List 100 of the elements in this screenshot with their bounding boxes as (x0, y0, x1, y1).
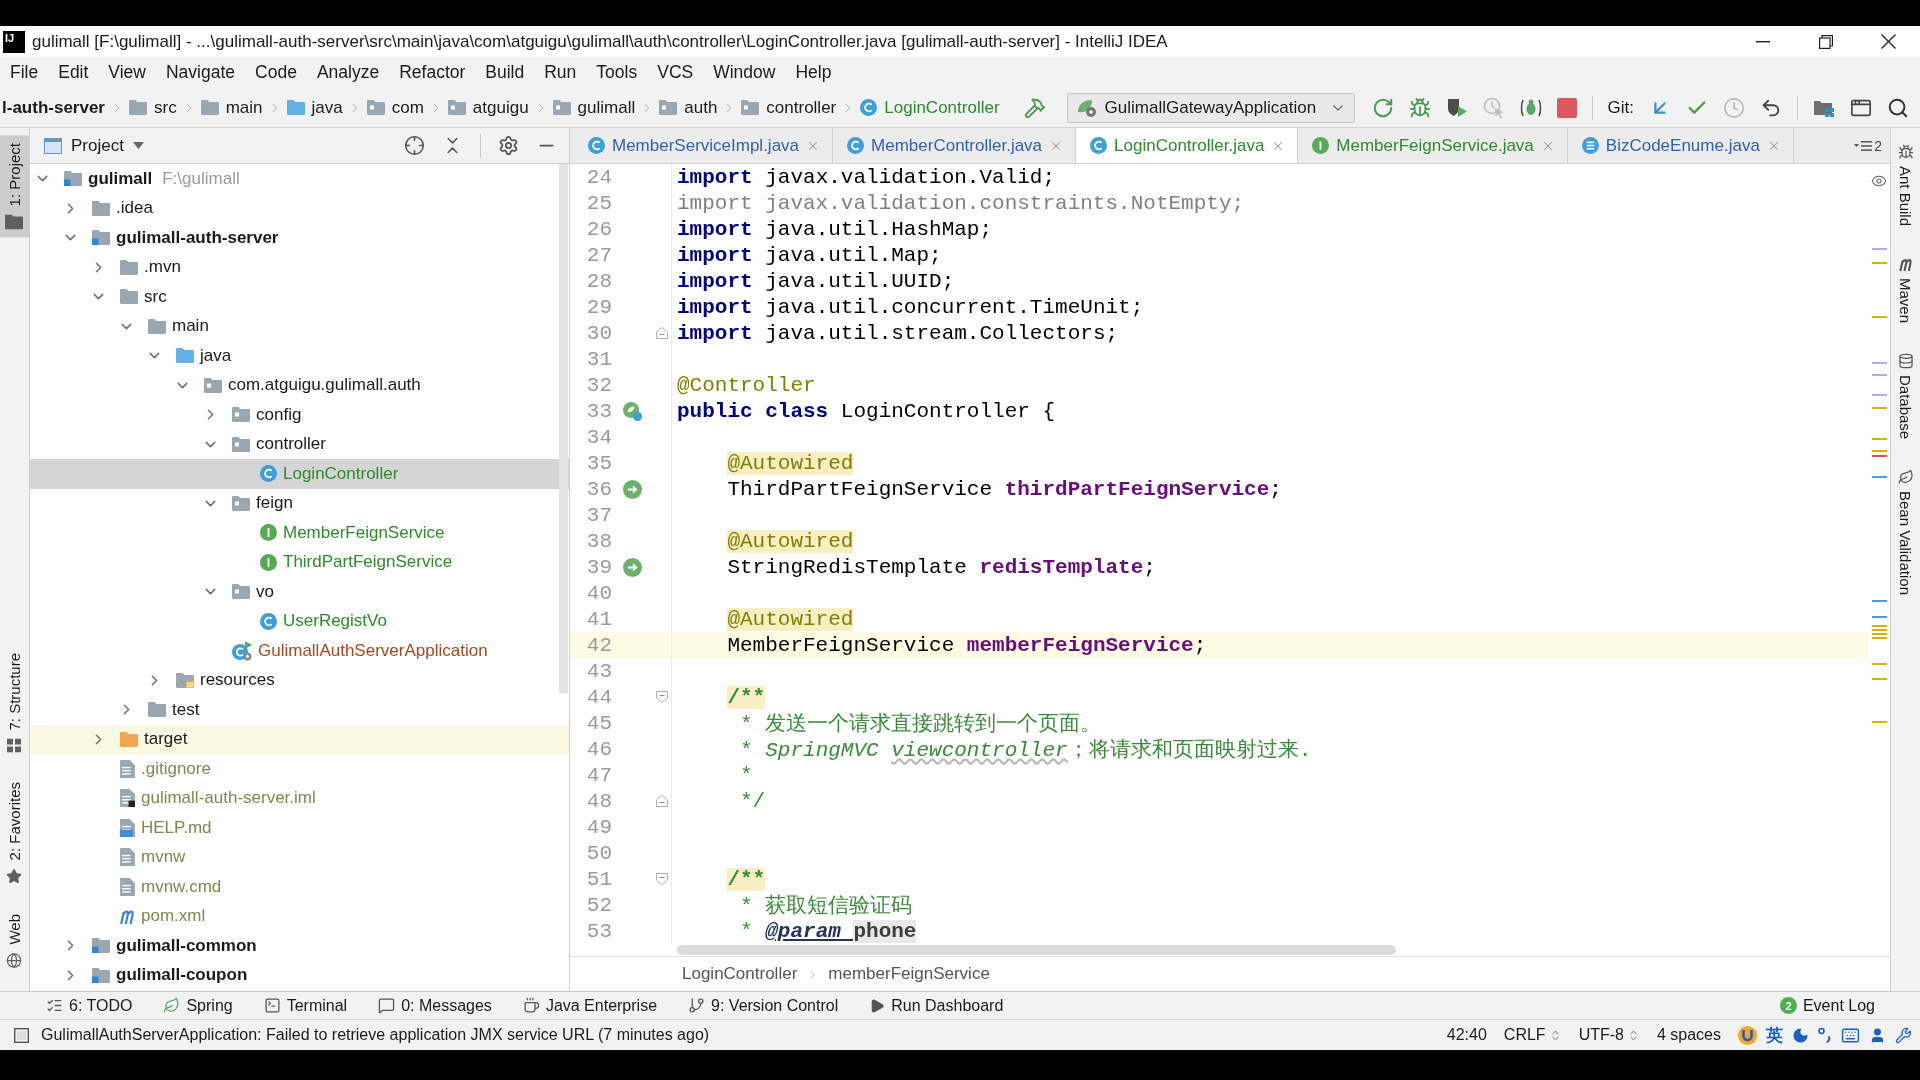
tree-item[interactable]: main (30, 311, 569, 341)
tool-window-button[interactable]: Bean Validation (1891, 469, 1920, 596)
input-mode-indicator[interactable]: 英 (1766, 1023, 1783, 1047)
tool-window-button[interactable]: 2: Favorites (0, 774, 29, 893)
circular-arrow-icon[interactable] (1371, 96, 1394, 119)
leaf-circle-icon[interactable] (622, 401, 642, 421)
tree-item[interactable]: gulimall F:\gulimall (30, 164, 569, 194)
view-selector[interactable]: Project (44, 135, 144, 156)
tree-item[interactable]: HELP.md (30, 813, 569, 843)
tool-window-button[interactable]: 7: Structure (0, 644, 29, 761)
breadcrumb-item[interactable]: LoginController (682, 964, 798, 984)
tree-item[interactable]: src (30, 282, 569, 312)
fold-marker-icon[interactable] (655, 873, 668, 885)
tool-window-button[interactable]: Terminal (263, 996, 348, 1015)
tree-item[interactable]: mvnw.cmd (30, 872, 569, 902)
menu-item[interactable]: View (98, 59, 156, 86)
breadcrumb-item[interactable]: controller (741, 97, 837, 118)
tree-item[interactable]: MemberFeignService (30, 518, 569, 548)
editor-tab[interactable]: MemberFeignService.java (1298, 128, 1568, 163)
line-separator-selector[interactable]: CRLF (1503, 1026, 1562, 1044)
punctuation-icon[interactable] (1818, 1027, 1832, 1043)
tool-window-button[interactable]: Java Enterprise (522, 996, 658, 1015)
moon-icon[interactable] (1792, 1026, 1809, 1044)
user-icon[interactable] (1869, 1026, 1886, 1044)
menu-item[interactable]: Edit (48, 59, 99, 86)
tree-item[interactable]: gulimall-auth-server.iml (30, 783, 569, 813)
bug-icon[interactable] (1408, 96, 1431, 119)
breadcrumb-item[interactable]: gulimall (552, 97, 636, 118)
tool-window-button[interactable]: Web (0, 906, 29, 977)
tree-item[interactable]: java (30, 341, 569, 371)
tree-item[interactable]: .idea (30, 193, 569, 223)
menu-item[interactable]: Build (475, 59, 535, 86)
tree-item[interactable]: feign (30, 488, 569, 518)
tool-window-button[interactable]: 1: Project (0, 135, 29, 238)
tree-item[interactable]: mvnw (30, 842, 569, 872)
settings-icon[interactable] (498, 135, 519, 156)
tab-list-button[interactable]: 2 (1846, 128, 1890, 163)
wrench-icon[interactable] (1895, 1026, 1912, 1044)
menu-item[interactable]: Tools (586, 59, 648, 86)
eye-icon[interactable] (1871, 173, 1887, 189)
tool-window-button[interactable]: Spring (163, 996, 233, 1015)
editor-tab[interactable]: MemberServiceImpl.java (574, 128, 834, 163)
tool-window-button[interactable]: 6: TODO (46, 996, 133, 1015)
tree-item[interactable]: vo (30, 577, 569, 607)
menu-item[interactable]: Analyze (306, 59, 390, 86)
breadcrumb-item[interactable]: memberFeignService (828, 964, 990, 984)
tree-item[interactable]: test (30, 695, 569, 725)
scrollbar-thumb[interactable] (559, 164, 568, 694)
breadcrumb-item[interactable]: l-auth-server (2, 97, 105, 118)
menu-item[interactable]: Run (534, 59, 587, 86)
square-icon[interactable] (14, 1027, 29, 1043)
tree-item[interactable]: UserRegistVo (30, 606, 569, 636)
shield-play-icon[interactable] (1445, 96, 1468, 119)
caret-position[interactable]: 42:40 (1446, 1026, 1487, 1044)
run-configuration-dropdown[interactable]: GulimallGatewayApplication (1066, 92, 1355, 123)
menu-item[interactable]: VCS (647, 59, 704, 86)
restore-icon[interactable] (1818, 34, 1833, 49)
breadcrumb-item[interactable]: auth (659, 97, 718, 118)
tool-window-button[interactable]: Run Dashboard (869, 996, 1004, 1015)
hammer-icon[interactable] (1023, 96, 1046, 119)
menu-item[interactable]: Help (785, 59, 842, 86)
close-icon[interactable] (1881, 34, 1896, 49)
menu-item[interactable]: Code (245, 59, 307, 86)
tree-item[interactable]: ThirdPartFeignService (30, 547, 569, 577)
scrollbar-thumb[interactable] (677, 945, 1396, 955)
tree-item[interactable]: controller (30, 429, 569, 459)
breadcrumb-item[interactable]: src (129, 97, 177, 118)
tree-item[interactable]: com.atguigu.gulimall.auth (30, 370, 569, 400)
tree-item[interactable]: pom.xml (30, 901, 569, 931)
encoding-selector[interactable]: UTF-8 (1578, 1026, 1640, 1044)
event-log-button[interactable]: 2 Event Log (1779, 996, 1875, 1015)
tree-item[interactable]: gulimall-common (30, 931, 569, 961)
search-icon[interactable] (1887, 96, 1909, 119)
stop-icon[interactable] (1556, 97, 1577, 118)
tool-window-button[interactable]: Maven (1891, 256, 1920, 324)
tool-window-button[interactable]: 0: Messages (378, 996, 492, 1015)
editor-tab[interactable]: LoginController.java (1076, 128, 1299, 163)
breadcrumb-item[interactable]: java (286, 97, 343, 118)
tree-item[interactable]: target (30, 724, 569, 754)
menu-item[interactable]: Window (703, 59, 786, 86)
breadcrumb-item[interactable]: atguigu (447, 97, 529, 118)
breadcrumb-item[interactable]: main (200, 97, 263, 118)
arrow-circle-icon[interactable] (622, 557, 642, 577)
indent-selector[interactable]: 4 spaces (1656, 1026, 1721, 1044)
tree-item[interactable]: config (30, 400, 569, 430)
tree-item[interactable]: gulimall-auth-server (30, 223, 569, 253)
tree-item[interactable]: gulimall-coupon (30, 960, 569, 990)
tree-item[interactable]: .gitignore (30, 754, 569, 784)
menu-item[interactable]: File (0, 59, 49, 86)
tool-window-button[interactable]: 9: Version Control (688, 996, 839, 1015)
minimize-icon[interactable] (1755, 40, 1770, 43)
tool-window-button[interactable]: Ant Build (1891, 144, 1920, 227)
tree-item[interactable]: resources (30, 665, 569, 695)
fold-marker-icon[interactable] (655, 795, 668, 807)
arrow-circle-icon[interactable] (622, 479, 642, 499)
breadcrumb-item[interactable]: LoginController (860, 97, 1000, 118)
tool-window-button[interactable]: Database (1891, 353, 1920, 440)
fold-marker-icon[interactable] (655, 691, 668, 703)
breadcrumb-item[interactable]: com (366, 97, 424, 118)
crosshair-icon[interactable] (404, 135, 425, 156)
